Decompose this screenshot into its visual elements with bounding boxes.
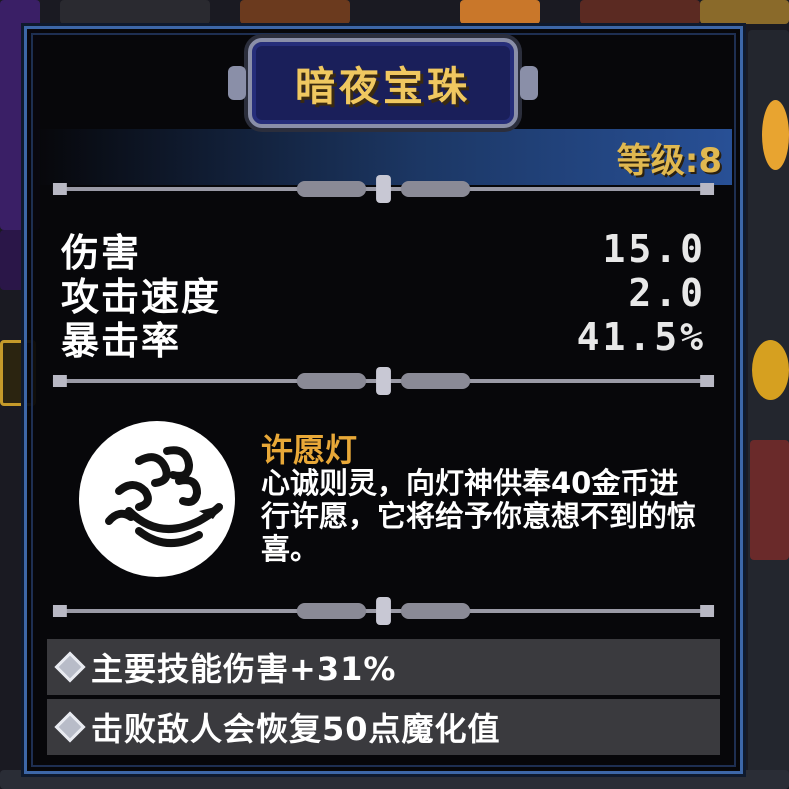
ornament-divider [49, 597, 718, 625]
background-inventory-slot [700, 0, 789, 24]
background-inventory-slot [460, 0, 540, 24]
title-plate-cap [520, 66, 538, 100]
diamond-gem-icon [54, 651, 86, 683]
background-inventory-slot [60, 0, 210, 24]
item-title-plate: 暗夜宝珠 [228, 38, 538, 128]
background-gem-icon [762, 100, 789, 170]
stat-row-attack-speed: 攻击速度 2.0 [61, 271, 706, 319]
background-inventory-slot [580, 0, 700, 24]
swirling-cloud-icon [79, 421, 235, 577]
effect-row: 主要技能伤害+31% [47, 639, 720, 695]
item-name: 暗夜宝珠 [295, 64, 471, 110]
stat-row-crit-rate: 暴击率 41.5% [61, 315, 706, 363]
background-inventory-slot [240, 0, 350, 24]
ornament-divider [49, 175, 718, 203]
item-tooltip: 等级:8 伤害 15.0 攻击速度 2.0 暴击率 41.5% 许愿灯 心诚则灵… [21, 23, 746, 777]
diamond-gem-icon [54, 711, 86, 743]
stat-label: 暴击率 [61, 318, 182, 363]
stat-row-damage: 伤害 15.0 [61, 227, 706, 275]
background-coin-icon [752, 340, 789, 400]
stats-list: 伤害 15.0 攻击速度 2.0 暴击率 41.5% [61, 227, 706, 363]
effect-text: 主要技能伤害+31% [91, 650, 397, 688]
stat-value: 2.0 [628, 271, 706, 315]
title-plate-cap [228, 66, 246, 100]
skill-name: 许愿灯 [261, 431, 358, 469]
effect-row: 击败敌人会恢复50点魔化值 [47, 699, 720, 755]
skill-description: 心诚则灵，向灯神供奉40金币进行许愿，它将给予你意想不到的惊喜。 [261, 466, 697, 566]
effect-text: 击败敌人会恢复50点魔化值 [91, 710, 501, 748]
background-chest-icon [750, 440, 789, 560]
ornament-divider [49, 367, 718, 395]
stat-value: 41.5% [576, 315, 706, 359]
stat-value: 15.0 [602, 227, 706, 271]
